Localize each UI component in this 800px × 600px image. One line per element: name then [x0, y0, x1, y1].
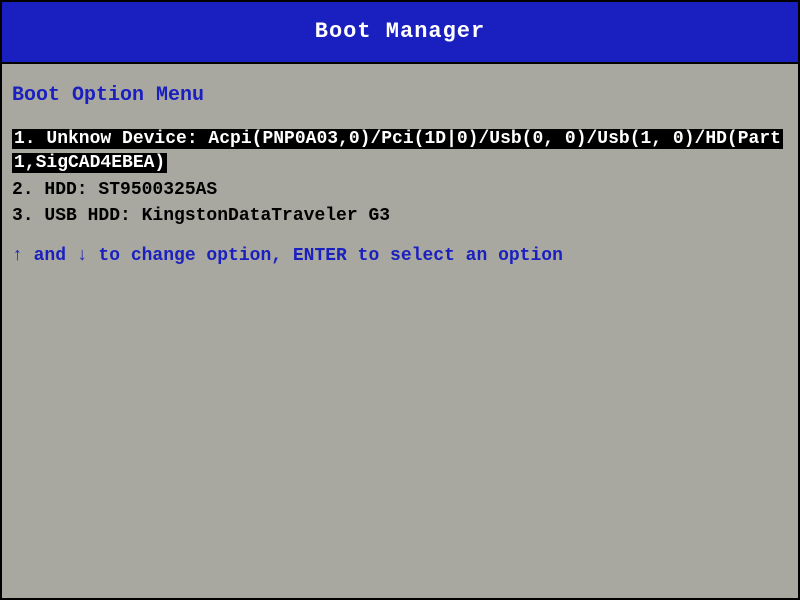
boot-option-2-label: 2. HDD: ST9500325AS — [12, 180, 217, 200]
title-text: Boot Manager — [315, 19, 485, 44]
bios-screen: Boot Manager Boot Option Menu 1. Unknow … — [0, 0, 800, 600]
menu-title: Boot Option Menu — [12, 84, 788, 107]
boot-option-2[interactable]: 2. HDD: ST9500325AS — [12, 178, 788, 202]
boot-option-3-label: 3. USB HDD: KingstonDataTraveler G3 — [12, 206, 390, 226]
boot-option-3[interactable]: 3. USB HDD: KingstonDataTraveler G3 — [12, 204, 788, 228]
content-area: Boot Option Menu 1. Unknow Device: Acpi(… — [2, 64, 798, 276]
navigation-hint: ↑ and ↓ to change option, ENTER to selec… — [12, 246, 788, 266]
title-bar: Boot Manager — [2, 2, 798, 64]
boot-option-1-label: 1. Unknow Device: Acpi(PNP0A03,0)/Pci(1D… — [12, 129, 783, 173]
boot-option-1[interactable]: 1. Unknow Device: Acpi(PNP0A03,0)/Pci(1D… — [12, 127, 788, 176]
